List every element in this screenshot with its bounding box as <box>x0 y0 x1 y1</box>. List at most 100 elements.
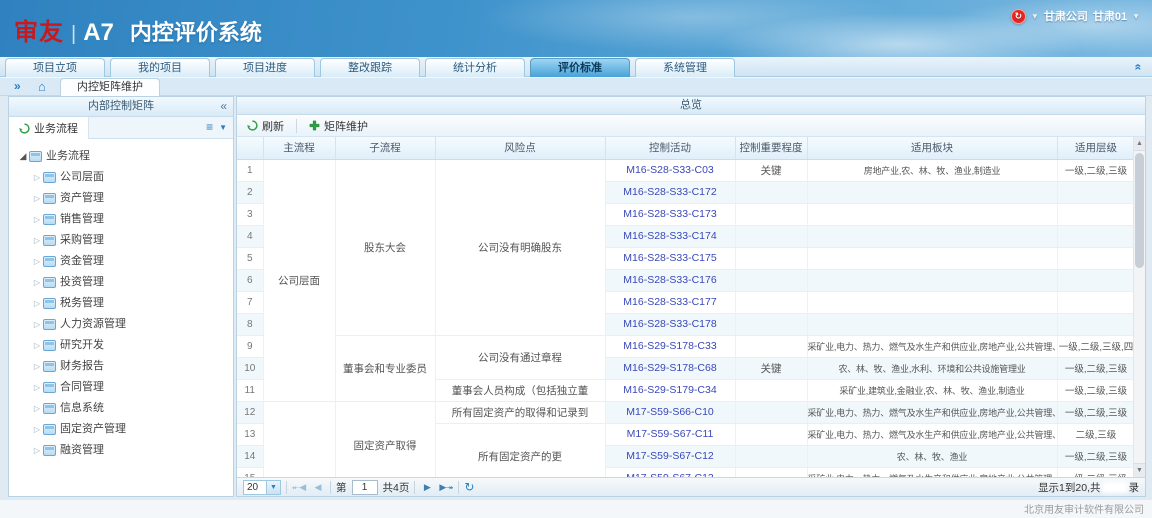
nav-tab-2[interactable]: 项目进度 <box>215 58 315 77</box>
tree-collapsed-icon[interactable]: ▷ <box>31 356 43 377</box>
col-header-1[interactable]: 主流程 <box>263 137 335 159</box>
tree-item-5[interactable]: ▷投资管理 <box>17 272 229 293</box>
cell-control-activity[interactable]: M17-S59-S66-C10 <box>605 401 735 423</box>
tree-collapsed-icon[interactable]: ▷ <box>31 293 43 314</box>
cell-control-activity[interactable]: M16-S28-S33-C176 <box>605 269 735 291</box>
col-header-4[interactable]: 控制活动 <box>605 137 735 159</box>
cell-row-number: 7 <box>237 291 263 313</box>
cell-control-activity[interactable]: M16-S28-S33-C177 <box>605 291 735 313</box>
table-row[interactable]: 9董事会和专业委员公司没有通过章程M16-S29-S178-C33采矿业,电力、… <box>237 335 1133 357</box>
tree-collapsed-icon[interactable]: ▷ <box>31 188 43 209</box>
tree-item-0[interactable]: ▷公司层面 <box>17 167 229 188</box>
page-size-select[interactable]: 20 ▼ <box>243 480 281 495</box>
scrollbar-thumb[interactable] <box>1135 153 1144 268</box>
display-info-prefix: 显示1到20,共 <box>1038 480 1100 495</box>
tree-item-8[interactable]: ▷研究开发 <box>17 335 229 356</box>
tree-item-9[interactable]: ▷财务报告 <box>17 356 229 377</box>
user-name[interactable]: 甘肃01 <box>1093 8 1127 24</box>
nav-tab-5[interactable]: 评价标准 <box>530 58 630 77</box>
cell-control-activity[interactable]: M17-S59-S67-C11 <box>605 423 735 445</box>
tree-item-label: 资金管理 <box>60 251 104 272</box>
first-page-button[interactable]: ⯬◀ <box>292 479 306 496</box>
tree-item-3[interactable]: ▷采购管理 <box>17 230 229 251</box>
cell-sector <box>807 269 1057 291</box>
table-row[interactable]: 12固定资产取得所有固定资产的取得和记录到M17-S59-S66-C10采矿业,… <box>237 401 1133 423</box>
cell-row-number: 3 <box>237 203 263 225</box>
col-header-0[interactable] <box>237 137 263 159</box>
col-header-5[interactable]: 控制重要程度 <box>735 137 807 159</box>
node-icon <box>43 277 56 288</box>
last-page-button[interactable]: ▶⯮ <box>439 479 453 496</box>
tree-collapsed-icon[interactable]: ▷ <box>31 335 43 356</box>
session-dropdown-icon[interactable]: ▼ <box>1031 12 1039 21</box>
tree-item-6[interactable]: ▷税务管理 <box>17 293 229 314</box>
tree-collapsed-icon[interactable]: ▷ <box>31 314 43 335</box>
cell-control-activity[interactable]: M16-S28-S33-C03 <box>605 159 735 181</box>
sidebar-tabstrip: 业务流程 ≡ ▼ <box>9 117 233 139</box>
tree-item-7[interactable]: ▷人力资源管理 <box>17 314 229 335</box>
tree-collapsed-icon[interactable]: ▷ <box>31 398 43 419</box>
tree-item-12[interactable]: ▷固定资产管理 <box>17 419 229 440</box>
tree-item-4[interactable]: ▷ 资金管理 <box>17 251 229 272</box>
cell-control-activity[interactable]: M16-S28-S33-C178 <box>605 313 735 335</box>
tree-collapsed-icon[interactable]: ▷ <box>31 440 43 461</box>
cell-control-activity[interactable]: M16-S28-S33-C173 <box>605 203 735 225</box>
cell-control-activity[interactable]: M16-S28-S33-C174 <box>605 225 735 247</box>
pager-separator <box>458 481 459 494</box>
tree-item-1[interactable]: ▷资产管理 <box>17 188 229 209</box>
col-header-3[interactable]: 风险点 <box>435 137 605 159</box>
scroll-down-icon[interactable]: ▼ <box>1134 463 1145 477</box>
cell-sub-process: 股东大会 <box>335 159 435 335</box>
cell-control-activity[interactable]: M16-S29-S179-C34 <box>605 379 735 401</box>
tree-collapsed-icon[interactable]: ▷ <box>31 377 43 398</box>
col-header-7[interactable]: 适用层级 <box>1057 137 1133 159</box>
tree-item-2[interactable]: ▷销售管理 <box>17 209 229 230</box>
node-icon <box>43 361 56 372</box>
refresh-button[interactable]: 刷新 <box>243 117 288 135</box>
page-number-input[interactable]: 1 <box>352 480 378 495</box>
tree-collapsed-icon[interactable]: ▷ <box>31 419 43 440</box>
user-company[interactable]: 甘肃公司 <box>1044 8 1088 24</box>
next-page-button[interactable]: ▶ <box>420 479 434 496</box>
tab-dropdown-icon[interactable]: ▼ <box>219 123 227 132</box>
cell-control-activity[interactable]: M16-S29-S178-C68 <box>605 357 735 379</box>
cell-control-activity[interactable]: M16-S28-S33-C175 <box>605 247 735 269</box>
session-icon[interactable]: ↻ <box>1011 9 1026 24</box>
tree-collapsed-icon[interactable]: ▷ <box>31 230 43 251</box>
tree-collapsed-icon[interactable]: ▷ <box>31 209 43 230</box>
sidebar-tab-business-process[interactable]: 业务流程 <box>9 117 89 139</box>
nav-tab-3[interactable]: 整改跟踪 <box>320 58 420 77</box>
table-row[interactable]: 1公司层面股东大会公司没有明确股东M16-S28-S33-C03关键房地产业,农… <box>237 159 1133 181</box>
pager-refresh-icon[interactable]: ↻ <box>464 479 474 495</box>
matrix-maintenance-button[interactable]: 矩阵维护 <box>305 117 372 135</box>
cell-control-activity[interactable]: M16-S29-S178-C33 <box>605 335 735 357</box>
cell-sub-process: 固定资产取得 <box>335 401 435 477</box>
tree-item-10[interactable]: ▷合同管理 <box>17 377 229 398</box>
expand-menu-icon[interactable]: » <box>14 79 21 93</box>
tree-collapsed-icon[interactable]: ▷ <box>31 272 43 293</box>
tree-collapsed-icon[interactable]: ▷ <box>31 251 43 272</box>
nav-tab-6[interactable]: 系统管理 <box>635 58 735 77</box>
tree-item-13[interactable]: ▷融资管理 <box>17 440 229 461</box>
col-header-6[interactable]: 适用板块 <box>807 137 1057 159</box>
col-header-2[interactable]: 子流程 <box>335 137 435 159</box>
home-icon[interactable]: ⌂ <box>38 79 46 95</box>
list-menu-icon[interactable]: ≡ <box>206 120 213 134</box>
sidebar-collapse-icon[interactable]: « <box>220 97 227 116</box>
vertical-scrollbar[interactable]: ▲ ▼ <box>1133 137 1145 477</box>
nav-tab-0[interactable]: 项目立项 <box>5 58 105 77</box>
nav-tab-1[interactable]: 我的项目 <box>110 58 210 77</box>
user-dropdown-icon[interactable]: ▼ <box>1132 12 1140 21</box>
scroll-up-icon[interactable]: ▲ <box>1134 137 1145 151</box>
tree-collapsed-icon[interactable]: ▷ <box>31 167 43 188</box>
cell-control-activity[interactable]: M17-S59-S67-C13 <box>605 467 735 477</box>
collapse-tabs-icon[interactable]: « <box>1132 64 1146 71</box>
cell-control-activity[interactable]: M17-S59-S67-C12 <box>605 445 735 467</box>
nav-tab-4[interactable]: 统计分析 <box>425 58 525 77</box>
tree-root-business-process[interactable]: ◢ 业务流程 <box>17 146 229 167</box>
cell-control-activity[interactable]: M16-S28-S33-C172 <box>605 181 735 203</box>
page-tab-matrix-maintenance[interactable]: 内控矩阵维护 <box>60 78 160 96</box>
tree-expand-icon[interactable]: ◢ <box>17 146 29 167</box>
prev-page-button[interactable]: ◀ <box>311 479 325 496</box>
tree-item-11[interactable]: ▷信息系统 <box>17 398 229 419</box>
